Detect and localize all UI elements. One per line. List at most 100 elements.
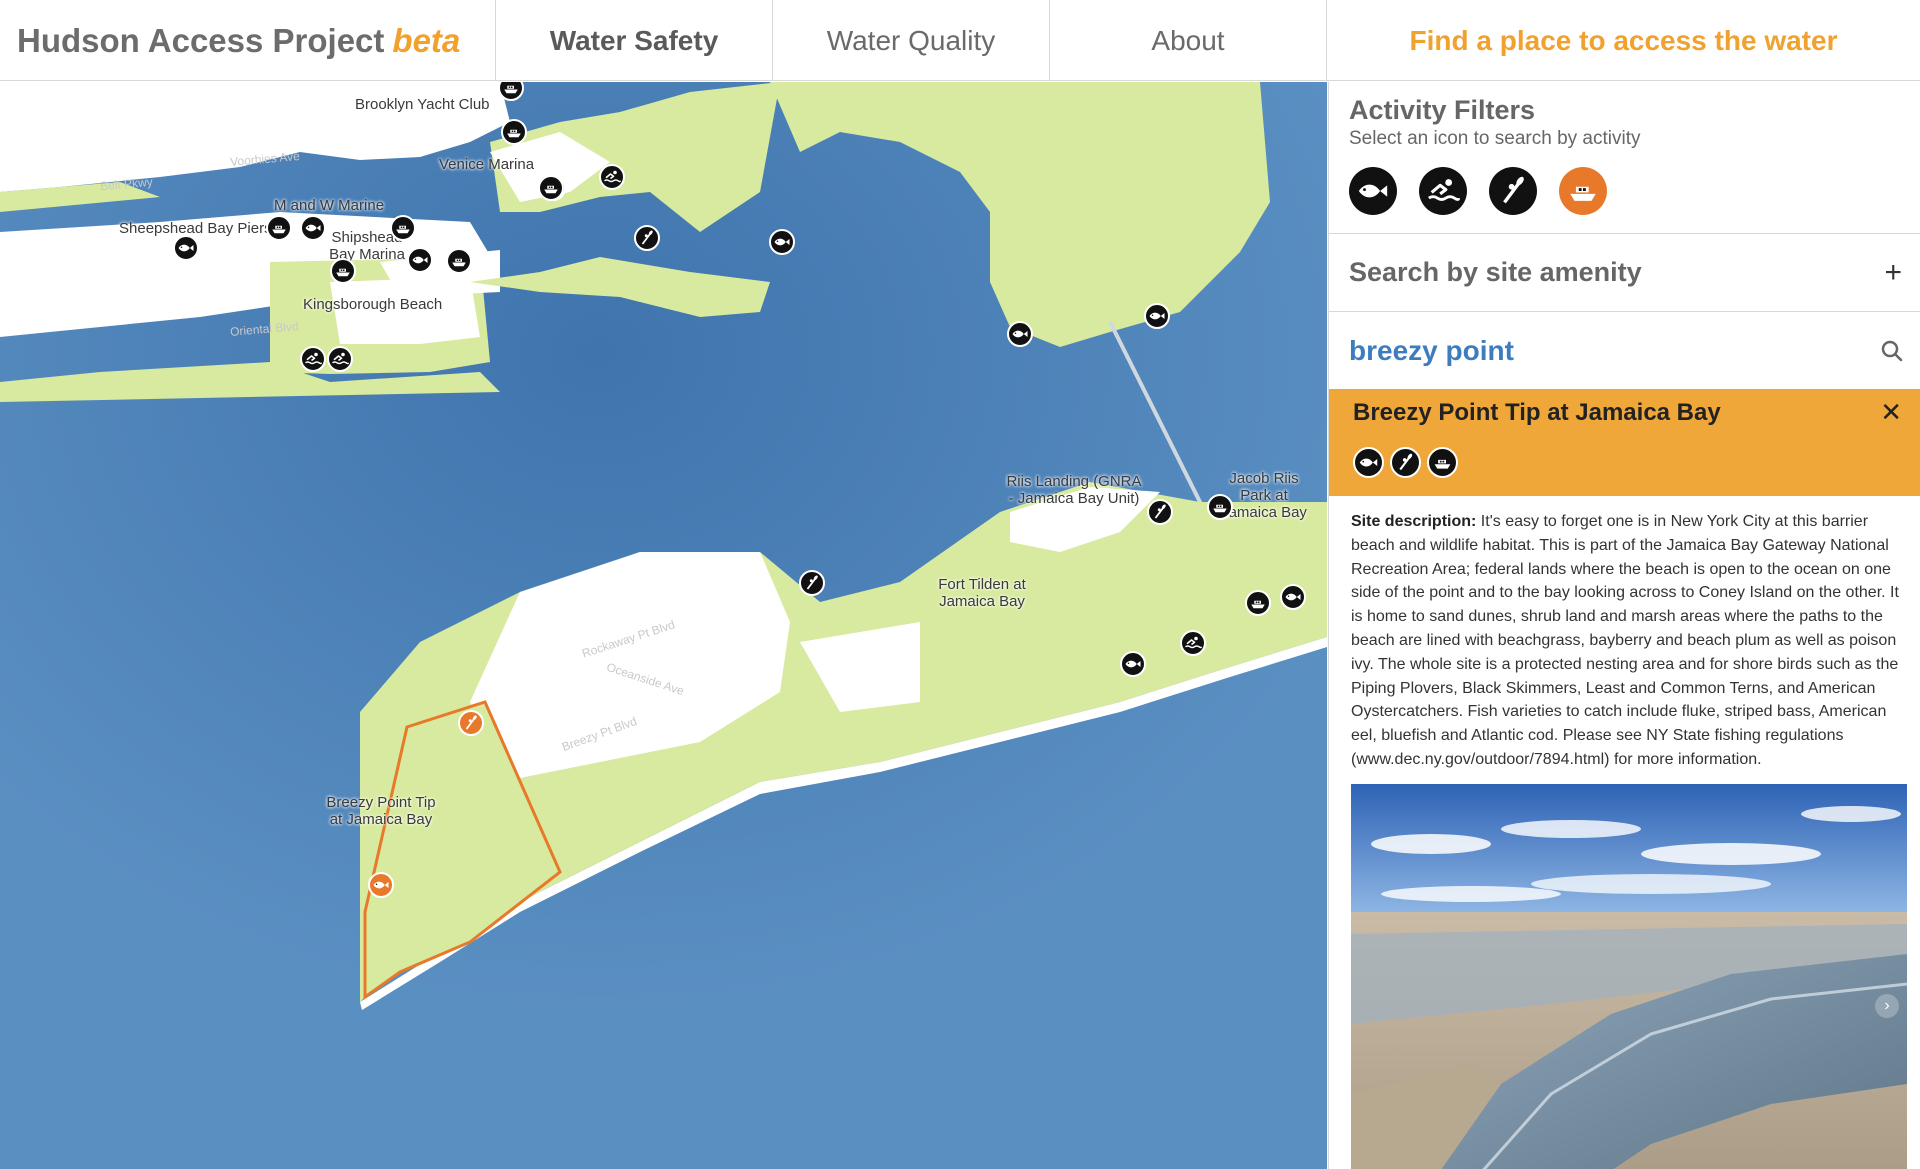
close-icon[interactable]: ✕: [1880, 399, 1902, 425]
map-marker-boat[interactable]: [1207, 494, 1233, 520]
map-label-m-and-w-marine: M and W Marine: [274, 197, 385, 214]
map-marker-swim[interactable]: [599, 164, 625, 190]
boat-icon: [1434, 459, 1451, 469]
activity-filters-subtitle: Select an icon to search by activity: [1349, 128, 1641, 149]
boat-icon: [507, 129, 521, 138]
map-marker-swim[interactable]: [327, 346, 353, 372]
paddle-icon: [1154, 504, 1166, 519]
amenity-search-label: Search by site amenity: [1349, 257, 1642, 287]
plus-icon[interactable]: +: [1884, 257, 1902, 288]
fish-icon: [1125, 660, 1141, 668]
map-marker-fish[interactable]: [1007, 321, 1033, 347]
map-marker-paddle[interactable]: [1147, 499, 1173, 525]
swim-icon: [305, 352, 322, 365]
site-search: [1329, 312, 1920, 389]
sidebar-panel: Activity Filters Select an icon to searc…: [1328, 82, 1920, 1169]
fish-icon: [412, 256, 428, 264]
boat-icon: [272, 225, 286, 234]
map-marker-swim[interactable]: [300, 346, 326, 372]
map-marker-fish[interactable]: [173, 235, 199, 261]
site-photo: ›: [1351, 784, 1907, 1169]
filter-swim-button[interactable]: [1419, 167, 1467, 215]
map-label-brooklyn-yacht-club: Brooklyn Yacht Club: [355, 96, 490, 113]
map-marker-fish[interactable]: [1280, 584, 1306, 610]
map-marker-fish[interactable]: [769, 229, 795, 255]
map-marker-fish[interactable]: [300, 215, 326, 241]
amenity-search-toggle[interactable]: Search by site amenity +: [1329, 234, 1920, 312]
activity-filters: Activity Filters Select an icon to searc…: [1329, 82, 1920, 234]
boat-icon: [336, 268, 350, 277]
swim-icon: [332, 352, 349, 365]
map-label-breezy-point-tip: Breezy Point Tip at Jamaica Bay: [326, 794, 436, 828]
boat-icon: [1570, 186, 1596, 201]
fish-icon: [1285, 593, 1301, 601]
activity-filters-title: Activity Filters: [1349, 95, 1536, 125]
map-marker-paddle[interactable]: [634, 225, 660, 251]
map-label-fort-tilden: Fort Tilden at Jamaica Bay: [938, 576, 1026, 610]
fish-icon: [1358, 184, 1388, 198]
fish-icon: [178, 244, 194, 252]
swim-icon: [1428, 179, 1460, 201]
tab-water-safety[interactable]: Water Safety: [496, 0, 773, 81]
map-label-sheepshead-bay-piers: Sheepshead Bay Piers: [119, 220, 272, 237]
fish-icon: [373, 881, 389, 889]
map-label-venice-marina: Venice Marina: [439, 156, 535, 173]
top-nav: Hudson Access Project beta Water Safety …: [0, 0, 1920, 81]
boat-icon: [396, 225, 410, 234]
fish-icon: [1359, 458, 1378, 467]
map-marker-boat[interactable]: [538, 175, 564, 201]
map-label-kingsborough-beach: Kingsborough Beach: [303, 296, 443, 313]
fish-icon: [774, 238, 790, 246]
map-marker-paddle[interactable]: [458, 710, 484, 736]
brand-beta-tag: beta: [392, 21, 461, 59]
result-boat-icon: [1427, 447, 1458, 478]
map-marker-boat[interactable]: [501, 119, 527, 145]
filter-fish-button[interactable]: [1349, 167, 1397, 215]
fish-icon: [305, 224, 321, 232]
paddle-icon: [465, 715, 477, 730]
boat-icon: [504, 85, 518, 94]
result-title: Breezy Point Tip at Jamaica Bay: [1353, 399, 1721, 426]
paddle-icon: [1503, 176, 1524, 204]
map-marker-paddle[interactable]: [799, 570, 825, 596]
search-icon[interactable]: [1880, 339, 1904, 363]
map-marker-fish[interactable]: [1144, 303, 1170, 329]
map-marker-boat[interactable]: [1245, 590, 1271, 616]
tab-water-quality[interactable]: Water Quality: [773, 0, 1050, 81]
photo-next-icon[interactable]: ›: [1875, 994, 1899, 1018]
filter-paddle-button[interactable]: [1489, 167, 1537, 215]
site-search-input[interactable]: [1349, 334, 1829, 367]
result-fish-icon: [1353, 447, 1384, 478]
map-marker-boat[interactable]: [330, 258, 356, 284]
swim-icon: [1185, 636, 1202, 649]
brand-name: Hudson Access Project: [17, 21, 385, 59]
boat-icon: [1213, 504, 1227, 513]
tab-about[interactable]: About: [1050, 0, 1327, 81]
boat-icon: [452, 258, 466, 267]
map-marker-swim[interactable]: [1180, 630, 1206, 656]
site-description: Site description: It's easy to forget on…: [1329, 496, 1920, 772]
map-marker-fish[interactable]: [1120, 651, 1146, 677]
brand-logo[interactable]: Hudson Access Project beta: [0, 0, 496, 81]
paddle-icon: [1399, 453, 1413, 471]
boat-icon: [544, 185, 558, 194]
filter-boat-button[interactable]: [1559, 167, 1607, 215]
map-label-riis-landing: Riis Landing (GNRA - Jamaica Bay Unit): [1006, 473, 1142, 507]
map-canvas[interactable]: Rockaway Pt Blvd Oceanside Ave Breezy Pt…: [0, 82, 1327, 1169]
map-marker-boat[interactable]: [390, 215, 416, 241]
result-header[interactable]: Breezy Point Tip at Jamaica Bay ✕: [1329, 389, 1920, 496]
paddle-icon: [641, 230, 653, 245]
fish-icon: [1012, 330, 1028, 338]
fish-icon: [1149, 312, 1165, 320]
result-activity-icons: [1353, 447, 1900, 478]
map-marker-fish[interactable]: [407, 247, 433, 273]
beach-photo-image: [1351, 784, 1907, 1169]
boat-icon: [1251, 600, 1265, 609]
activity-filter-buttons: [1349, 167, 1900, 215]
swim-icon: [604, 170, 621, 183]
find-access-link[interactable]: Find a place to access the water: [1327, 0, 1920, 81]
paddle-icon: [806, 575, 818, 590]
map-marker-boat[interactable]: [266, 215, 292, 241]
map-marker-fish[interactable]: [368, 872, 394, 898]
map-marker-boat[interactable]: [446, 248, 472, 274]
